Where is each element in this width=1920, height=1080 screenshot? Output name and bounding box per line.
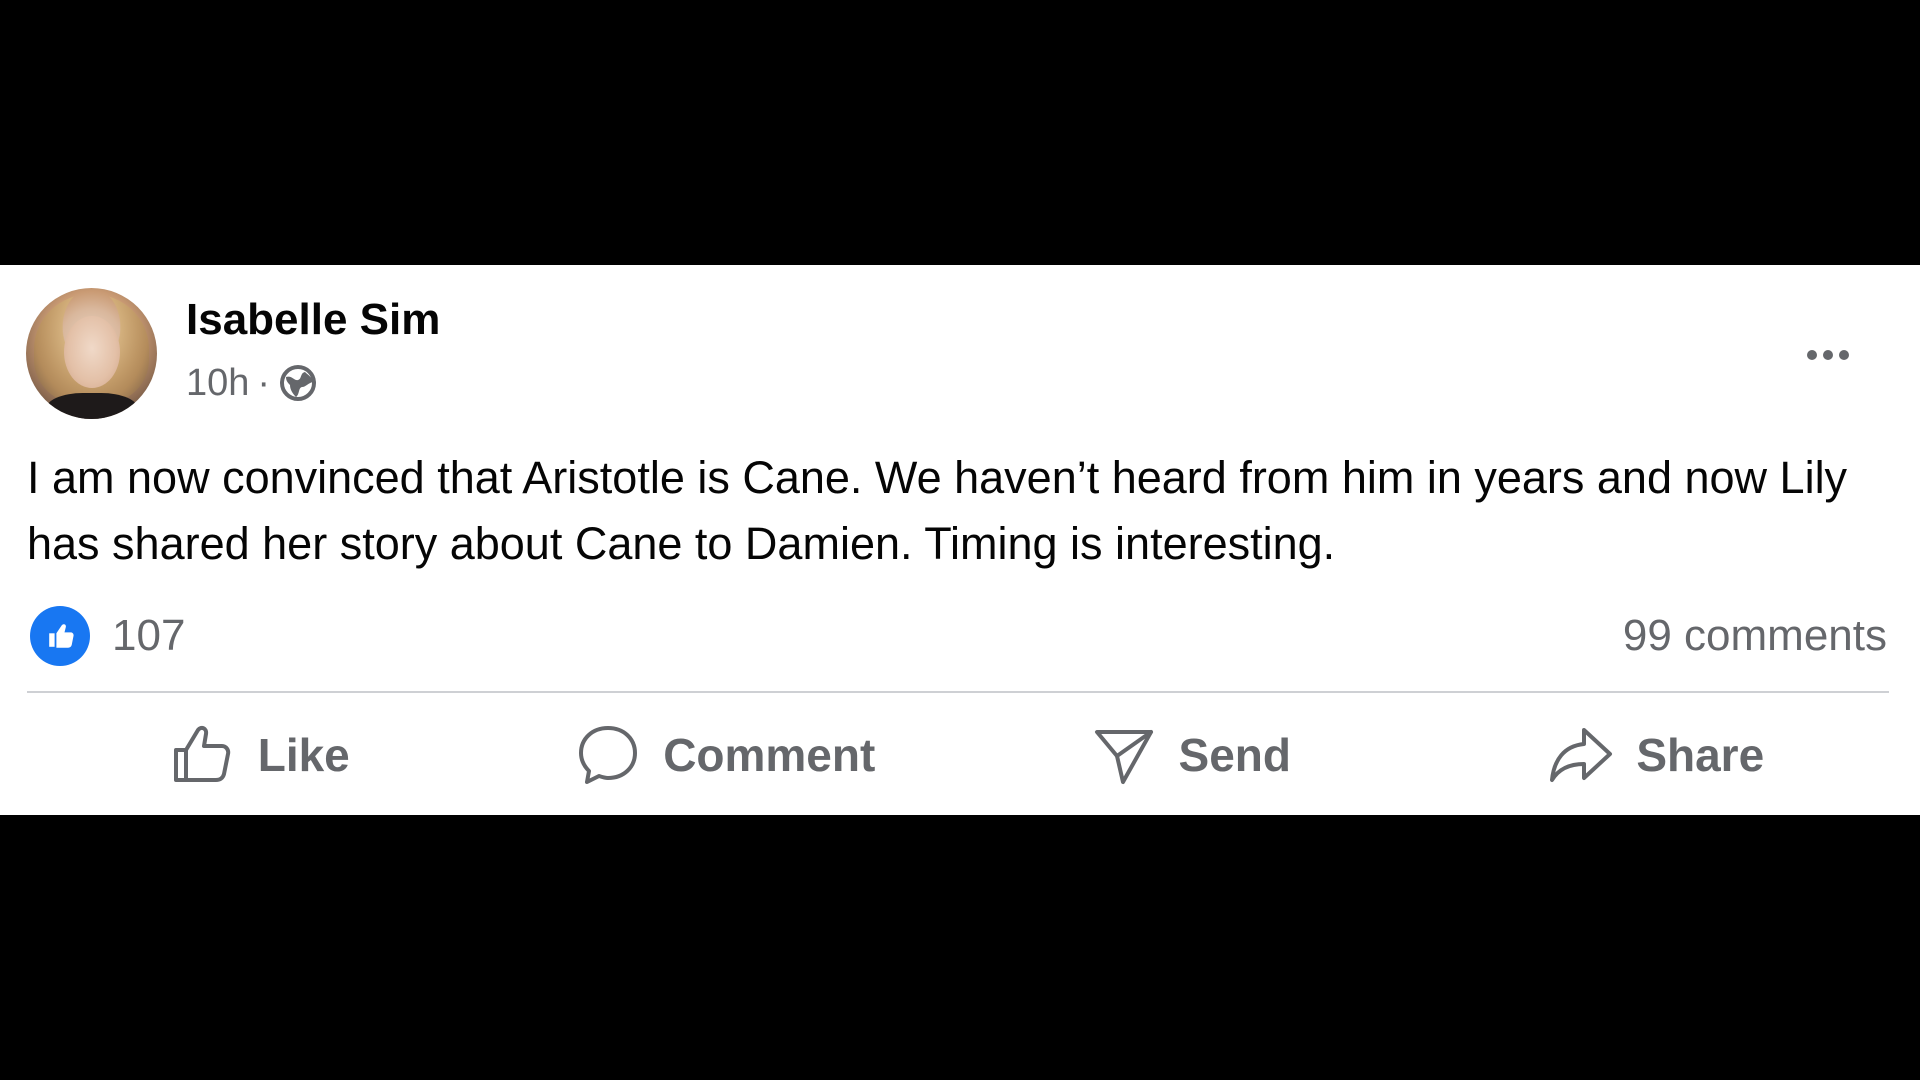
comments-count[interactable]: 99 comments <box>1623 608 1887 664</box>
share-arrow-icon <box>1550 728 1613 782</box>
share-label: Share <box>1636 729 1765 781</box>
reaction-count: 107 <box>112 611 186 660</box>
letterbox-bottom <box>0 815 1920 1080</box>
thumbs-up-icon <box>173 725 230 782</box>
post-meta: 10h · <box>186 361 318 405</box>
more-dot-2 <box>1823 350 1833 360</box>
more-dots-icon <box>1807 350 1817 360</box>
meta-separator: · <box>257 361 271 404</box>
author-name[interactable]: Isabelle Sim <box>186 295 440 345</box>
divider <box>27 691 1889 693</box>
globe-icon[interactable] <box>278 363 318 403</box>
post-timestamp[interactable]: 10h <box>186 362 249 405</box>
like-button[interactable]: Like <box>27 705 493 805</box>
comment-bubble-icon <box>579 726 638 784</box>
reactions-summary[interactable]: 107 <box>30 606 186 666</box>
post-card: Isabelle Sim 10h · I am now convinced th… <box>0 265 1920 815</box>
like-reaction-icon <box>30 606 90 666</box>
avatar-shirt <box>46 393 138 419</box>
comment-button[interactable]: Comment <box>493 705 959 805</box>
share-button[interactable]: Share <box>1424 705 1890 805</box>
like-label: Like <box>257 729 350 781</box>
post-body-text: I am now convinced that Aristotle is Can… <box>27 452 1848 569</box>
send-label: Send <box>1178 729 1291 781</box>
avatar-face <box>64 316 120 388</box>
action-bar: Like Comment Send Share <box>27 705 1889 805</box>
more-dot-3 <box>1839 350 1849 360</box>
send-button[interactable]: Send <box>958 705 1424 805</box>
more-options-button[interactable] <box>1796 335 1860 375</box>
letterbox-top <box>0 0 1920 265</box>
comment-label: Comment <box>663 729 876 781</box>
avatar[interactable] <box>26 288 157 419</box>
send-icon <box>1094 730 1153 784</box>
